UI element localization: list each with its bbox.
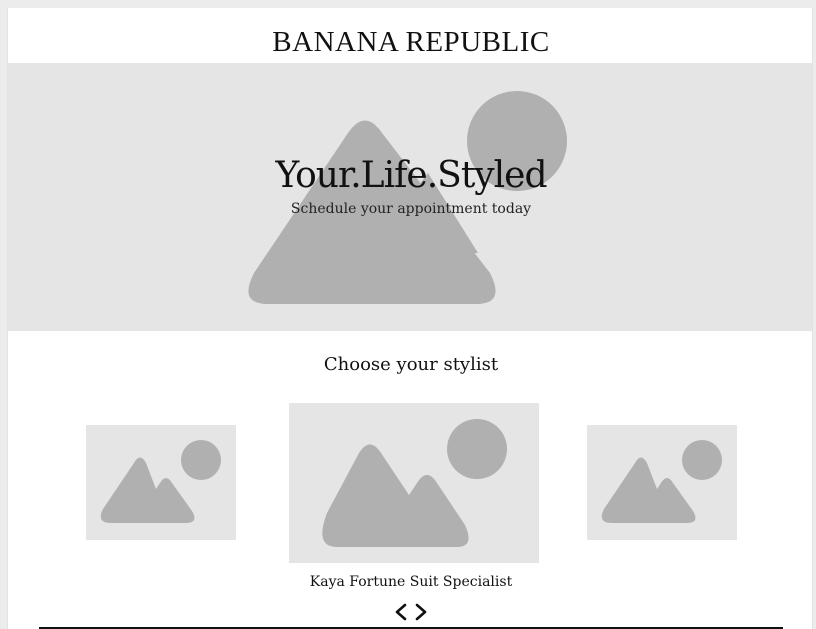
image-placeholder-icon	[100, 440, 221, 523]
page-frame: BANANA REPUBLIC Your.Life.Styled Schedul…	[7, 8, 813, 629]
hero-title: Your.Life.Styled	[275, 155, 547, 196]
image-placeholder-icon	[601, 440, 722, 523]
stylist-card[interactable]	[86, 425, 236, 540]
image-placeholder-icon	[322, 419, 507, 547]
stylist-card[interactable]	[587, 425, 737, 540]
hero-banner: Your.Life.Styled Schedule your appointme…	[8, 63, 812, 331]
chevron-left-icon[interactable]	[393, 602, 409, 622]
hero-subtitle: Schedule your appointment today	[290, 201, 532, 217]
divider	[39, 627, 783, 629]
carousel-nav	[393, 602, 429, 622]
chevron-right-icon[interactable]	[413, 602, 429, 622]
stylist-card-selected[interactable]	[289, 403, 539, 563]
brand-logo[interactable]: BANANA REPUBLIC	[8, 26, 812, 59]
section-title: Choose your stylist	[323, 354, 499, 375]
image-placeholder-icon	[248, 91, 567, 304]
stylist-caption: Kaya Fortune Suit Specialist	[309, 574, 513, 590]
